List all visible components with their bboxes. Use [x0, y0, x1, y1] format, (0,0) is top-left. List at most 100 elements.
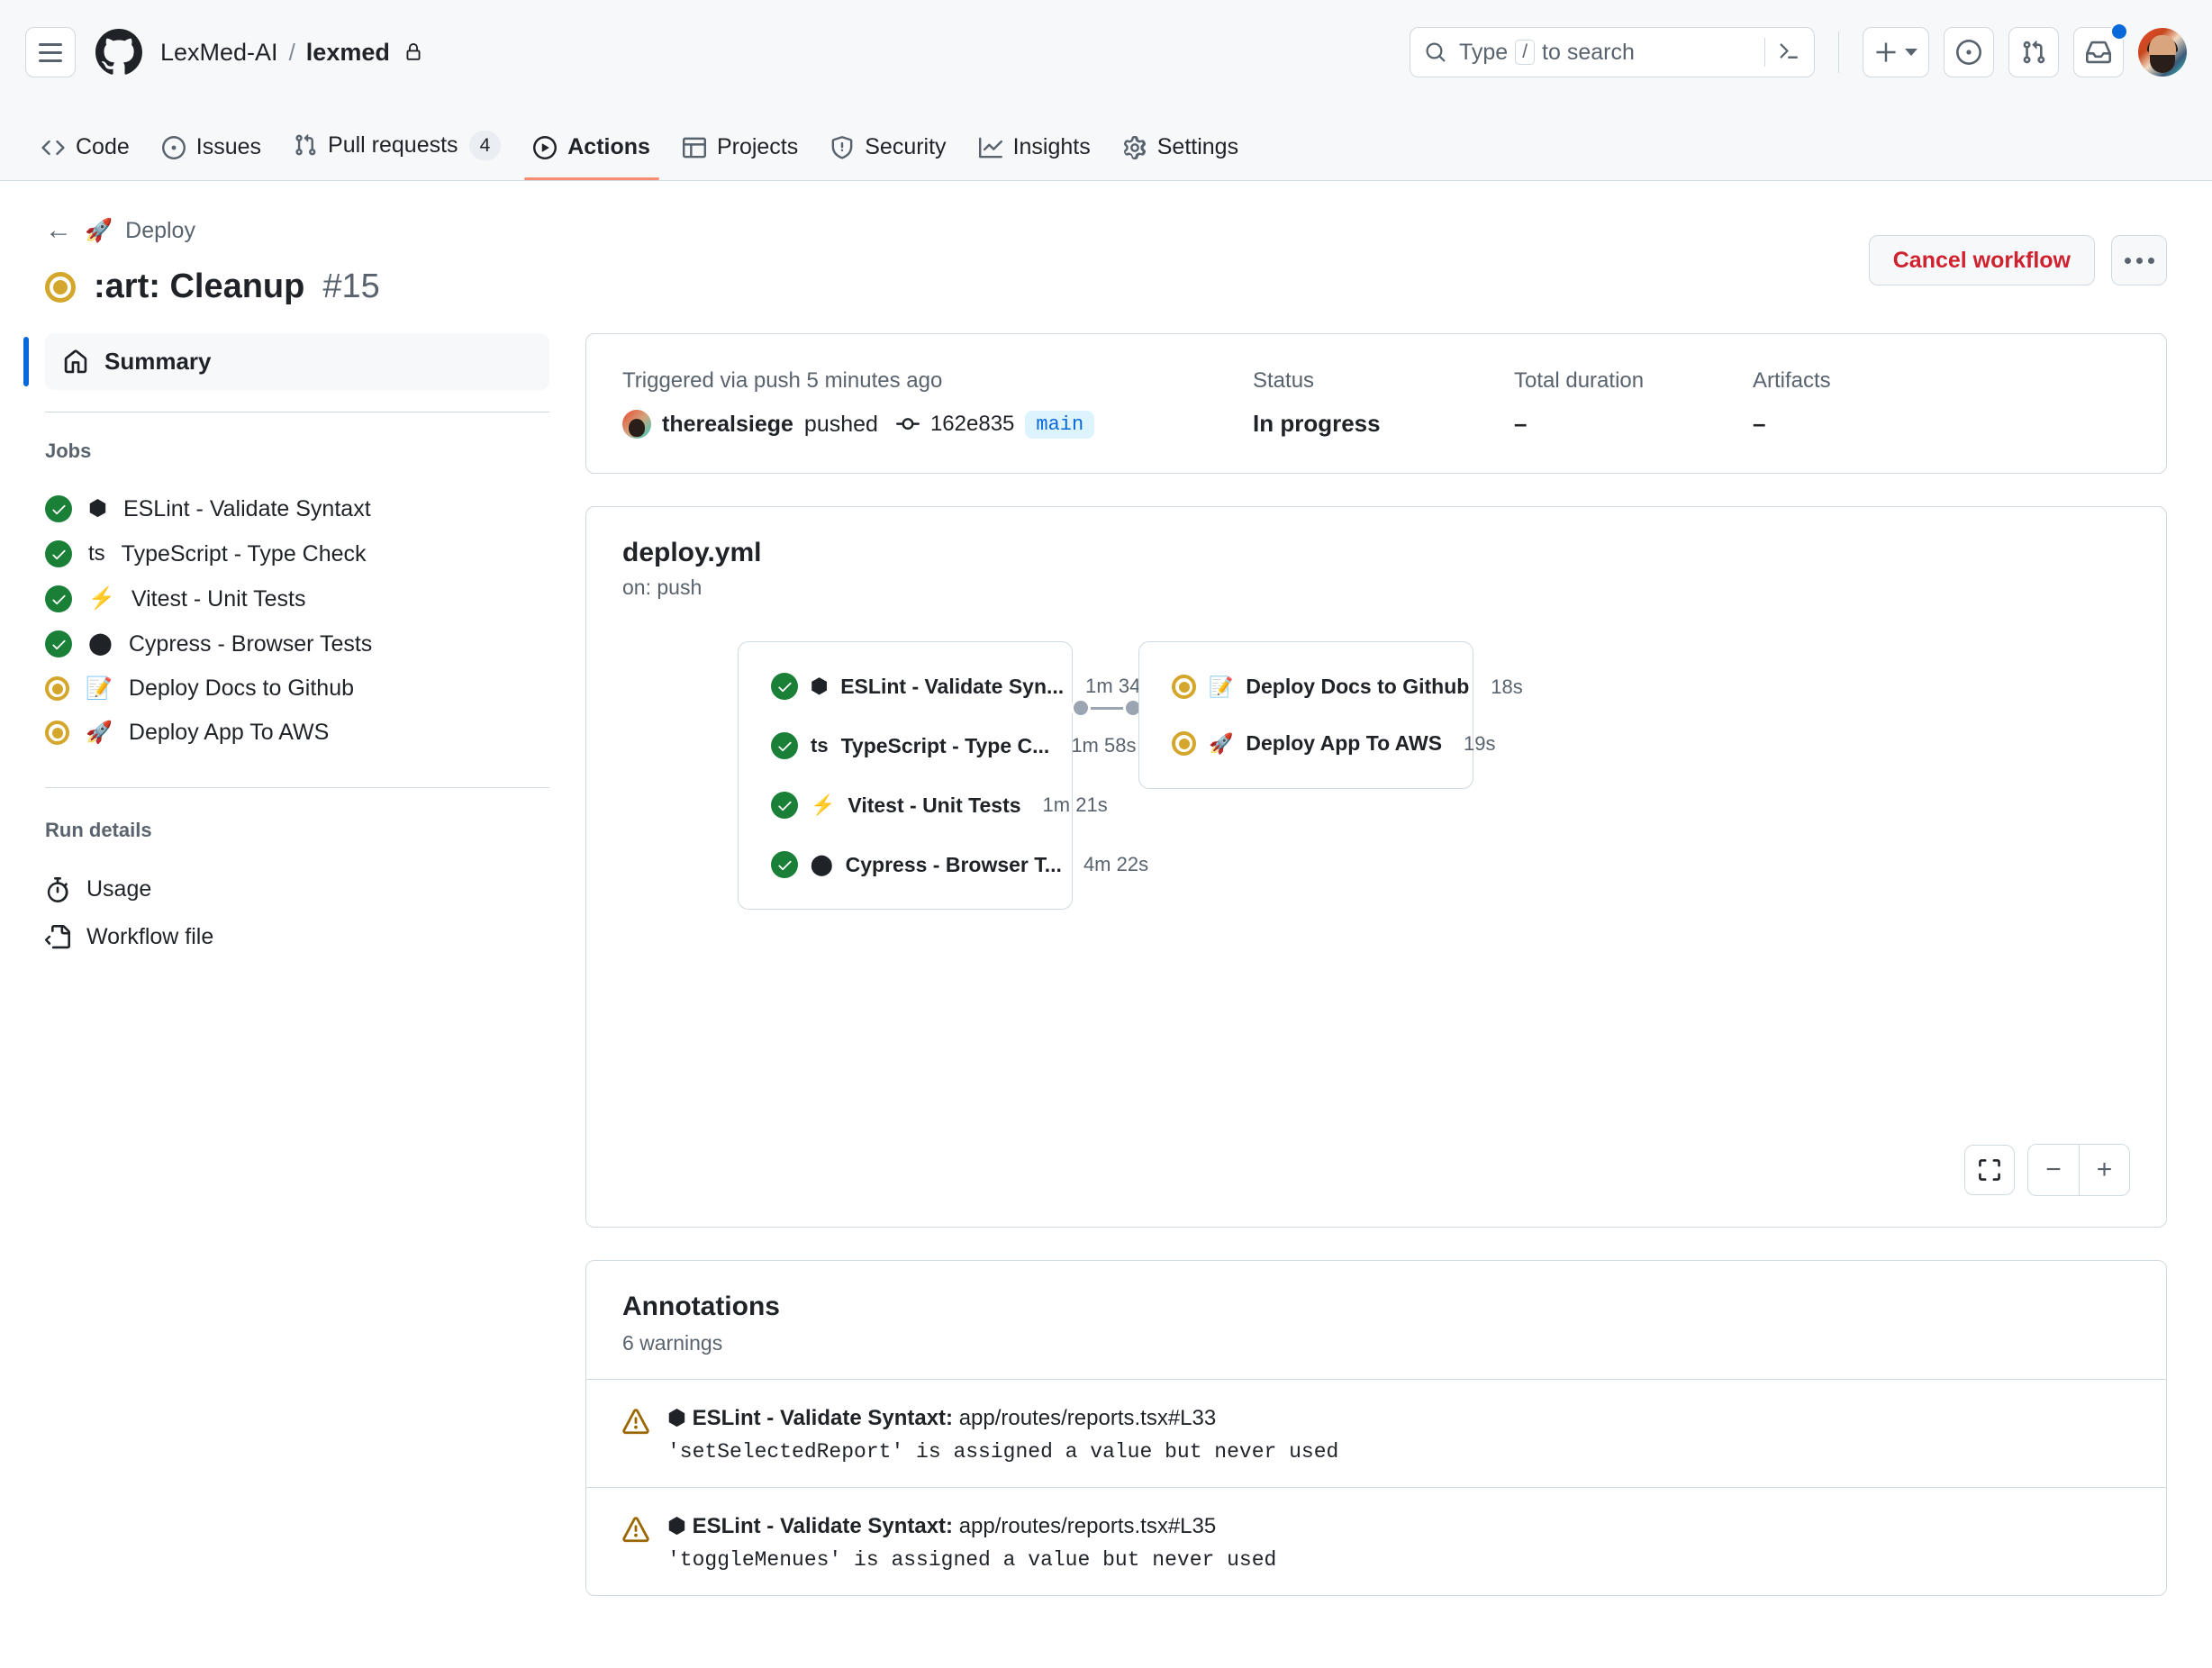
avatar[interactable] — [2138, 28, 2187, 77]
graph-job-duration: 1m 58s — [1071, 734, 1137, 757]
tab-projects-label: Projects — [716, 134, 799, 159]
graph-job-cypress[interactable]: ⬤ Cypress - Browser T... 4m 22s — [771, 851, 1148, 878]
status-column: Status In progress — [1253, 368, 1514, 439]
run-main-column: Triggered via push 5 minutes ago thereal… — [585, 333, 2167, 1596]
breadcrumb: LexMed-AI / lexmed — [160, 39, 422, 67]
sidebar-job-label: ESLint - Validate Syntaxt — [122, 495, 371, 521]
success-check-icon — [45, 585, 72, 612]
annotation-file-path[interactable]: app/routes/reports.tsx#L33 — [959, 1406, 1217, 1430]
more-options-button[interactable] — [2111, 235, 2167, 286]
back-arrow-icon: ← — [45, 215, 72, 245]
your-issues-button[interactable] — [1944, 27, 1994, 77]
graph-job-deploy-aws[interactable]: 🚀 Deploy App To AWS 19s — [1172, 731, 1496, 756]
memo-icon: 📝 — [86, 675, 113, 701]
sidebar-item-summary[interactable]: Summary — [23, 333, 549, 390]
annotation-file-path[interactable]: app/routes/reports.tsx#L35 — [959, 1514, 1217, 1538]
tab-code[interactable]: Code — [25, 134, 146, 180]
actor-name[interactable]: therealsiege — [662, 412, 793, 438]
run-body: Summary Jobs ⬢ ESLint - Validate Syntaxt… — [0, 306, 2212, 1596]
sidebar-item-workflow-file[interactable]: Workflow file — [45, 913, 549, 961]
sidebar-item-usage[interactable]: Usage — [45, 866, 549, 913]
hamburger-icon[interactable] — [25, 27, 76, 77]
sidebar-job-deploy-aws[interactable]: 🚀 Deploy App To AWS — [45, 711, 549, 755]
run-title-row: :art: Cleanup #15 — [45, 267, 2167, 306]
graph-job-vitest[interactable]: ⚡ Vitest - Unit Tests 1m 21s — [771, 792, 1108, 819]
total-duration-value: – — [1514, 410, 1528, 437]
annotations-title: Annotations — [622, 1292, 780, 1321]
graph-job-duration: 4m 22s — [1083, 853, 1149, 875]
ts-icon: ts — [88, 541, 105, 566]
header-actions: Type / to search — [1410, 23, 2187, 77]
graph-job-duration: 18s — [1491, 675, 1523, 698]
black-circle-icon: ⬤ — [88, 631, 113, 656]
notifications-button[interactable] — [2073, 23, 2128, 77]
success-check-icon — [771, 673, 798, 700]
warning-triangle-icon — [622, 1517, 649, 1572]
pull-requests-count: 4 — [468, 130, 502, 160]
tab-actions[interactable]: Actions — [517, 134, 666, 180]
create-new-button[interactable] — [1863, 27, 1929, 77]
breadcrumb-owner[interactable]: LexMed-AI — [160, 39, 278, 67]
graph-node-build: ⬢ ESLint - Validate Syn... 1m 34s ts Typ… — [738, 641, 1150, 910]
fit-screen-icon[interactable] — [1964, 1145, 2015, 1195]
success-check-icon — [771, 851, 798, 878]
github-logo-icon[interactable] — [95, 29, 142, 76]
tab-actions-label: Actions — [567, 134, 650, 159]
annotation-message: 'toggleMenues' is assigned a value but n… — [667, 1548, 1277, 1572]
branch-badge[interactable]: main — [1025, 410, 1095, 439]
sidebar-job-cypress[interactable]: ⬤ Cypress - Browser Tests — [45, 621, 549, 666]
zoom-out-button[interactable]: − — [2028, 1145, 2079, 1195]
artifacts-column: Artifacts – — [1753, 368, 1831, 439]
table-icon — [682, 137, 706, 158]
actor-avatar[interactable] — [622, 410, 651, 439]
breadcrumb-repo[interactable]: lexmed — [306, 39, 390, 67]
graph-job-eslint[interactable]: ⬢ ESLint - Validate Syn... 1m 34s — [771, 673, 1150, 700]
commit-sha[interactable]: 162e835 — [930, 412, 1014, 437]
search-input[interactable]: Type / to search — [1410, 27, 1815, 77]
annotation-body: ⬢ ESLint - Validate Syntaxt: app/routes/… — [667, 1405, 1338, 1464]
tab-issues[interactable]: Issues — [146, 134, 277, 180]
tab-security[interactable]: Security — [814, 134, 962, 180]
graph-job-label: Deploy App To AWS — [1246, 731, 1443, 755]
workflow-run-header: ← 🚀 Deploy :art: Cleanup #15 Cancel work… — [0, 181, 2212, 306]
total-duration-label: Total duration — [1514, 368, 1645, 393]
sidebar-job-vitest[interactable]: ⚡ Vitest - Unit Tests — [45, 576, 549, 621]
trigger-column: Triggered via push 5 minutes ago thereal… — [622, 368, 1253, 439]
tab-projects[interactable]: Projects — [666, 134, 814, 180]
sidebar-workflow-file-label: Workflow file — [86, 924, 214, 949]
annotation-item[interactable]: ⬢ ESLint - Validate Syntaxt: app/routes/… — [586, 1487, 2166, 1595]
tab-pull-requests[interactable]: Pull requests 4 — [277, 130, 517, 180]
workflow-graph[interactable]: ⬢ ESLint - Validate Syn... 1m 34s ts Typ… — [622, 632, 2130, 1191]
sidebar-job-typescript[interactable]: ts TypeScript - Type Check — [45, 531, 549, 576]
graph-job-label: TypeScript - Type C... — [840, 733, 1050, 757]
in-progress-donut-icon — [45, 721, 69, 745]
graph-job-typescript[interactable]: ts TypeScript - Type C... 1m 58s — [771, 732, 1136, 759]
annotation-item[interactable]: ⬢ ESLint - Validate Syntaxt: app/routes/… — [586, 1379, 2166, 1487]
tab-settings[interactable]: Settings — [1107, 134, 1255, 180]
file-code-icon — [45, 924, 70, 948]
your-pull-requests-button[interactable] — [2008, 27, 2059, 77]
status-label: Status — [1253, 368, 1315, 393]
shield-icon — [831, 135, 853, 159]
tab-code-label: Code — [76, 134, 130, 159]
duration-column: Total duration – — [1514, 368, 1753, 439]
git-pull-request-icon — [295, 134, 316, 156]
tab-security-label: Security — [865, 134, 947, 159]
sidebar-job-label: TypeScript - Type Check — [121, 540, 367, 567]
graph-job-deploy-docs[interactable]: 📝 Deploy Docs to Github 18s — [1172, 675, 1523, 699]
run-sidebar: Summary Jobs ⬢ ESLint - Validate Syntaxt… — [23, 333, 585, 1596]
in-progress-donut-icon — [1172, 675, 1196, 699]
annotation-heading: ⬢ ESLint - Validate Syntaxt: app/routes/… — [667, 1513, 1276, 1539]
sidebar-job-deploy-docs[interactable]: 📝 Deploy Docs to Github — [45, 666, 549, 711]
cancel-workflow-button[interactable]: Cancel workflow — [1868, 235, 2095, 286]
sidebar-job-eslint[interactable]: ⬢ ESLint - Validate Syntaxt — [45, 486, 549, 531]
play-icon — [533, 135, 558, 159]
sidebar-job-label: Deploy Docs to Github — [128, 675, 355, 701]
terminal-icon[interactable] — [1778, 41, 1800, 63]
trigger-action: pushed — [803, 411, 878, 437]
annotation-job-name: ESLint - Validate Syntaxt: — [692, 1514, 954, 1538]
zoom-in-button[interactable]: + — [2079, 1145, 2129, 1195]
tab-insights[interactable]: Insights — [963, 134, 1107, 180]
workflow-back-link[interactable]: ← 🚀 Deploy — [45, 217, 2167, 244]
rocket-icon: 🚀 — [86, 720, 113, 745]
